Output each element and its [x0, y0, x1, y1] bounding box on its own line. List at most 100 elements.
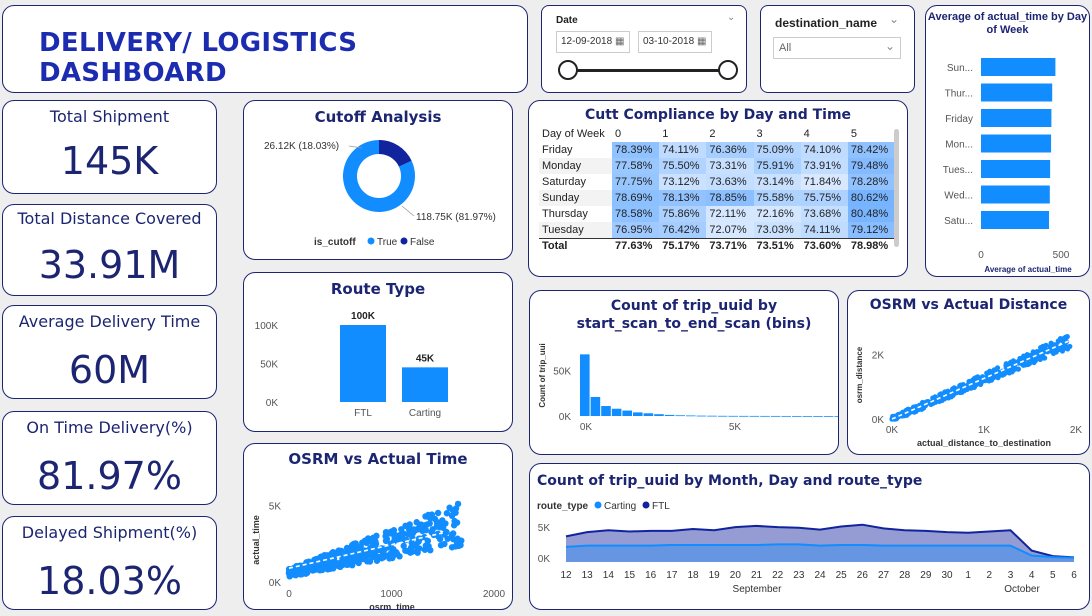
end-date-input[interactable]: 03-10-2018 ▦ — [638, 31, 712, 53]
bar — [601, 406, 611, 416]
bar — [981, 160, 1051, 178]
scatter-point — [439, 517, 446, 524]
kpi-value: 81.97% — [37, 454, 182, 498]
bar — [981, 134, 1052, 153]
chevron-down-icon[interactable]: ⌄ — [727, 12, 735, 23]
data-label: 100K — [351, 311, 376, 322]
table-row: Tuesday 76.95% 76.42% 72.07% 73.03% 74.11% 79.… — [539, 222, 895, 238]
table-row: Sunday 78.69% 78.13% 78.85% 75.58% 75.75% 80.6… — [539, 190, 895, 206]
osrm-time-title: OSRM vs Actual Time — [288, 450, 468, 468]
bar — [675, 415, 685, 417]
y-tick-label: 5K — [269, 501, 282, 512]
monthly-svg: route_type Carting FTL0K5K12 13 14 15 16 17 18 19… — [537, 501, 1077, 595]
scatter-point — [900, 409, 906, 415]
total-cell: 73.51% — [753, 237, 801, 254]
y-tick-label: Friday — [945, 114, 973, 125]
bar — [813, 415, 823, 417]
table-header-row: Day of Week 0 1 2 3 4 5 — [539, 126, 895, 142]
bar — [834, 415, 838, 417]
table-cell: 77.58% — [612, 158, 660, 174]
total-cell: 73.60% — [800, 237, 848, 254]
avg-actual-time-svg: Sun... Thur... Friday Mon... Tues... Wed... Sa… — [943, 58, 1072, 274]
scatter-point — [1059, 338, 1066, 344]
column-header[interactable]: Day of Week — [539, 126, 612, 142]
bar — [770, 415, 781, 417]
kpi-value: 145K — [60, 139, 159, 183]
table-cell: 78.42% — [847, 142, 895, 158]
cutoff-analysis-chart: Cutoff Analysis 26.12K (18.03%) 118.75K (… — [243, 100, 513, 260]
scatter-point — [423, 521, 431, 528]
column-header[interactable]: 2 — [706, 126, 753, 142]
x-tick-label: 3 — [1008, 570, 1014, 581]
y-tick-label: 100K — [255, 321, 279, 332]
table-cell: 72.07% — [706, 222, 754, 238]
chevron-down-icon: ⌄ — [884, 39, 895, 53]
y-tick-label: Satu... — [944, 216, 973, 227]
bar — [981, 185, 1050, 204]
scatter-point — [454, 500, 462, 508]
bar — [707, 415, 717, 417]
scatter-point — [433, 523, 440, 530]
trip-bins-chart: Count of trip_uuid by start_scan_to_end_… — [529, 290, 839, 455]
table-scrollbar[interactable] — [894, 129, 899, 247]
x-tick-label: 5K — [729, 422, 742, 433]
table-cell: 75.50% — [659, 158, 707, 174]
table-cell: 73.12% — [659, 174, 707, 190]
kpi-label: Total Distance Covered — [17, 209, 202, 228]
donut-slice-false — [379, 140, 412, 167]
column-header[interactable]: 5 — [848, 126, 895, 142]
kpi-average-delivery-time: Average Delivery Time 60M — [2, 305, 217, 399]
column-header[interactable]: 4 — [801, 126, 848, 142]
x-tick-label: 23 — [793, 570, 805, 581]
total-cell: 73.71% — [706, 237, 754, 254]
calendar-icon[interactable]: ▦ — [697, 36, 706, 47]
date-slicer[interactable]: Date ⌄ 12-09-2018 ▦ 03-10-2018 ▦ — [541, 5, 747, 93]
monthly-trip-chart: Count of trip_uuid by Month, Day and rou… — [529, 463, 1090, 610]
scatter-point — [448, 512, 456, 519]
scatter-point — [417, 522, 425, 530]
column-header[interactable]: 3 — [754, 126, 801, 142]
chevron-down-icon[interactable]: ⌄ — [889, 12, 899, 26]
x-tick-label: 6 — [1071, 570, 1077, 581]
scatter-point — [426, 515, 434, 522]
compliance-table-card: Cutt Compliance by Day and Time Day of W… — [528, 100, 908, 277]
row-label: Saturday — [539, 174, 613, 190]
range-start-handle[interactable] — [558, 60, 578, 80]
table-cell: 80.62% — [847, 190, 895, 206]
x-axis-label: Average of actual_time — [984, 265, 1072, 274]
date-range-track — [568, 69, 728, 72]
x-tick-label: 19 — [709, 570, 721, 581]
scatter-point — [349, 557, 356, 564]
bar — [981, 58, 1056, 76]
start-date-input[interactable]: 12-09-2018 ▦ — [556, 31, 630, 53]
avg-actual-time-chart: Average of actual_time by Day of Week Su… — [925, 5, 1090, 277]
destination-dropdown[interactable]: All ⌄ — [773, 37, 901, 59]
x-tick-label: 24 — [814, 570, 826, 581]
kpi-label: Delayed Shipment(%) — [21, 523, 198, 542]
bar — [611, 408, 622, 416]
column-header[interactable]: 0 — [612, 126, 659, 142]
x-tick-label: 4 — [1029, 570, 1035, 581]
data-label: 26.12K (18.03%) — [264, 141, 339, 152]
table-cell: 79.48% — [847, 158, 895, 174]
table-cell: 73.63% — [706, 174, 754, 190]
table-row: Monday 77.58% 75.50% 73.31% 75.91% 73.91% 79.4… — [539, 158, 895, 174]
y-tick-label: Wed... — [944, 191, 973, 202]
scatter-point — [324, 552, 331, 559]
data-label: 118.75K (81.97%) — [416, 212, 496, 223]
scatter-point — [402, 522, 409, 530]
legend-label: FTL — [652, 501, 670, 512]
column-header[interactable]: 1 — [659, 126, 706, 142]
destination-slicer[interactable]: destination_name ⌄ All ⌄ — [760, 5, 915, 93]
calendar-icon[interactable]: ▦ — [615, 36, 624, 47]
y-axis-label: osrm_distance — [855, 346, 864, 403]
scatter-point — [393, 550, 400, 557]
range-end-handle[interactable] — [718, 60, 738, 80]
scatter-point — [409, 529, 417, 537]
x-tick-label: 16 — [645, 570, 657, 581]
scatter-point — [457, 541, 464, 549]
y-tick-label: 0K — [269, 578, 282, 589]
y-tick-label: Sun... — [947, 63, 973, 74]
bar — [622, 410, 632, 416]
x-tick-label: 0K — [580, 422, 593, 433]
